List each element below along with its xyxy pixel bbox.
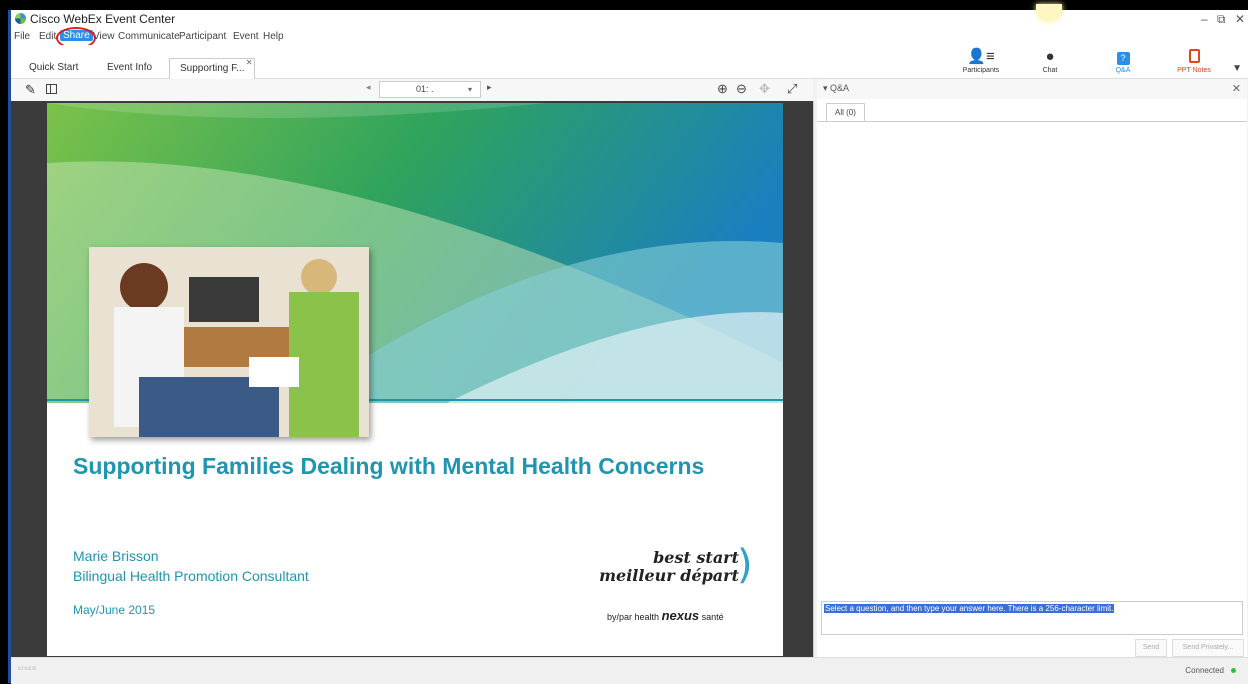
answer-placeholder: Select a question, and then type your an…: [824, 604, 1115, 613]
fullscreen-icon[interactable]: ⤢: [787, 81, 797, 97]
slide-photo: [89, 247, 369, 437]
tab-supporting-label: Supporting F...: [180, 63, 245, 74]
answer-input[interactable]: Select a question, and then type your an…: [821, 601, 1243, 635]
page-selector[interactable]: 01: . ▾: [379, 81, 481, 98]
qa-label: Q&A: [1115, 67, 1131, 74]
participants-label: Participants: [962, 67, 1000, 74]
qa-tab-all[interactable]: All (0): [826, 103, 865, 122]
ppt-notes-panel-button[interactable]: PPT Notes: [1167, 49, 1221, 74]
cisco-logo: cisco: [18, 666, 37, 672]
menu-bar: File Edit Share View Communicate Partici…: [11, 28, 1248, 45]
menu-view[interactable]: View: [93, 31, 115, 42]
tab-close-icon[interactable]: ✕: [246, 53, 253, 73]
send-privately-button[interactable]: Send Privately...: [1172, 639, 1244, 657]
status-bar: cisco Connected: [11, 657, 1248, 684]
tab-toolbar: Quick Start Event Info Supporting F... ✕…: [11, 45, 1248, 79]
ppt-notes-icon: [1167, 49, 1221, 65]
brand-sante: santé: [701, 612, 724, 622]
qa-icon: ?: [1096, 49, 1150, 65]
window-title: Cisco WebEx Event Center: [30, 12, 176, 26]
menu-communicate[interactable]: Communicate: [118, 31, 180, 42]
chat-panel-button[interactable]: ● Chat: [1023, 48, 1077, 75]
zoom-out-icon[interactable]: ⊖: [736, 81, 747, 97]
send-button[interactable]: Send: [1135, 639, 1167, 657]
next-page-icon[interactable]: ▸: [487, 82, 492, 93]
qa-panel-button[interactable]: ? Q&A: [1096, 49, 1150, 74]
panel-overflow-chevron-icon[interactable]: ▼: [1232, 63, 1242, 74]
brand-bracket-icon: ): [737, 542, 753, 588]
menu-event[interactable]: Event: [233, 31, 259, 42]
health-nexus-logo: by/par health nexus santé: [607, 608, 767, 623]
slide-title: Supporting Families Dealing with Mental …: [73, 453, 705, 479]
slide-role: Bilingual Health Promotion Consultant: [73, 568, 309, 584]
chat-label: Chat: [1042, 67, 1058, 74]
slide-date: May/June 2015: [73, 603, 156, 617]
slide: Supporting Families Dealing with Mental …: [47, 103, 783, 656]
menu-participant[interactable]: Participant: [179, 31, 226, 42]
qa-header-text: Q&A: [830, 83, 850, 93]
chat-icon: ●: [1045, 48, 1055, 65]
fit-icon[interactable]: ✥: [759, 81, 770, 97]
participants-panel-button[interactable]: 👤≡ Participants: [954, 48, 1008, 75]
ppt-notes-label: PPT Notes: [1177, 67, 1211, 74]
qa-divider: [817, 121, 1247, 122]
brand-by: by/par health: [607, 612, 660, 622]
prev-page-icon[interactable]: ◂: [366, 82, 371, 93]
annotate-pen-icon[interactable]: ✎: [25, 82, 36, 98]
qa-panel: ▾ Q&A ✕ All (0) Select a question, and t…: [817, 79, 1247, 657]
menu-edit[interactable]: Edit: [39, 31, 56, 42]
menu-file[interactable]: File: [14, 31, 30, 42]
page-dropdown-icon: ▾: [467, 85, 472, 94]
best-start-logo: best start meilleur départ: [599, 549, 739, 585]
qa-panel-title[interactable]: ▾ Q&A: [823, 83, 849, 94]
page-value: 01: .: [416, 84, 434, 94]
qa-panel-header: ▾ Q&A ✕: [817, 79, 1247, 99]
webex-window: Cisco WebEx Event Center – ⧉ ✕ File Edit…: [8, 4, 1248, 684]
restore-button[interactable]: ⧉: [1217, 12, 1226, 27]
brand-nexus: nexus: [661, 608, 700, 623]
close-button[interactable]: ✕: [1235, 12, 1245, 26]
qa-close-icon[interactable]: ✕: [1232, 82, 1241, 95]
brand-line2: meilleur départ: [599, 566, 739, 585]
brand-line1: best start: [653, 548, 739, 567]
slide-presenter: Marie Brisson: [73, 548, 159, 564]
participants-icon: 👤≡: [967, 48, 995, 65]
cursor-glow: [1036, 4, 1062, 22]
thumbnail-panel-icon[interactable]: [46, 84, 57, 94]
presentation-viewer: Supporting Families Dealing with Mental …: [11, 101, 814, 657]
connection-dot-icon: [1231, 668, 1236, 673]
connection-status: Connected: [1185, 666, 1224, 675]
tab-event-info[interactable]: Event Info: [97, 58, 162, 78]
zoom-in-icon[interactable]: ⊕: [717, 81, 728, 97]
webex-logo-icon: [15, 13, 26, 24]
viewer-toolbar: ✎ ◂ 01: . ▾ ▸ ⊕ ⊖ ✥ ⤢: [11, 79, 813, 102]
tab-quick-start[interactable]: Quick Start: [19, 58, 88, 78]
menu-help[interactable]: Help: [263, 31, 284, 42]
tab-supporting-families[interactable]: Supporting F... ✕: [169, 58, 256, 79]
title-bar: Cisco WebEx Event Center – ⧉ ✕: [11, 4, 1248, 28]
minimize-button[interactable]: –: [1201, 12, 1208, 26]
